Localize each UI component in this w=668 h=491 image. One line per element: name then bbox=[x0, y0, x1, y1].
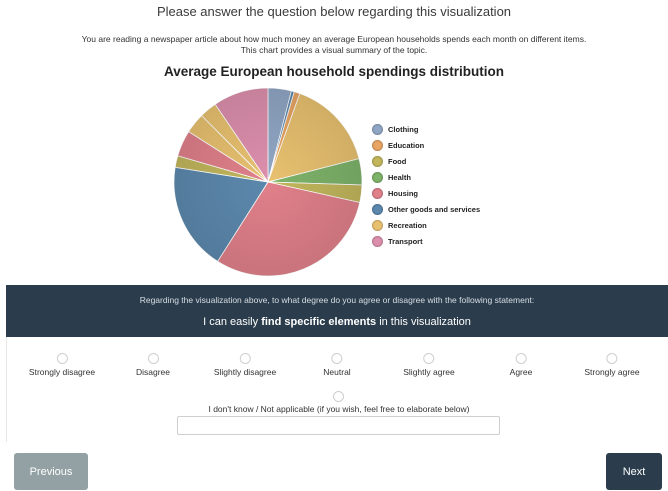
legend-item-transport: Transport bbox=[372, 233, 480, 249]
intro-text: You are reading a newspaper article abou… bbox=[40, 34, 628, 56]
legend-label: Housing bbox=[388, 188, 418, 198]
radio-slightly-disagree[interactable] bbox=[239, 353, 251, 364]
option-label: Agree bbox=[509, 367, 533, 377]
legend-swatch bbox=[372, 235, 383, 247]
legend-swatch bbox=[372, 155, 383, 167]
legend-swatch bbox=[372, 171, 383, 183]
option-label: Disagree bbox=[135, 367, 171, 377]
legend-label: Health bbox=[388, 172, 411, 182]
radio-strongly-disagree[interactable] bbox=[56, 353, 68, 364]
legend-label: Recreation bbox=[388, 220, 427, 230]
legend-item-food: Food bbox=[372, 153, 480, 169]
legend-swatch bbox=[372, 123, 383, 135]
option-slightly-disagree[interactable]: Slightly disagree bbox=[214, 353, 276, 377]
legend-item-housing: Housing bbox=[372, 185, 480, 201]
next-button[interactable]: Next bbox=[606, 453, 662, 490]
legend-label: Food bbox=[388, 156, 407, 166]
legend-label: Clothing bbox=[388, 124, 419, 134]
dont-know-label: I don't know / Not applicable (if you wi… bbox=[208, 404, 470, 414]
legend-swatch bbox=[372, 187, 383, 199]
radio-disagree[interactable] bbox=[147, 353, 159, 364]
radio-slightly-agree[interactable] bbox=[423, 353, 435, 364]
option-agree[interactable]: Agree bbox=[509, 353, 533, 377]
option-label: Slightly agree bbox=[403, 367, 455, 377]
legend-item-recreation: Recreation bbox=[372, 217, 480, 233]
legend-label: Transport bbox=[388, 236, 423, 246]
legend-item-health: Health bbox=[372, 169, 480, 185]
question-statement: I can easily find specific elements in t… bbox=[6, 316, 668, 328]
legend-swatch bbox=[372, 139, 383, 151]
option-label: Neutral bbox=[323, 367, 351, 377]
chart-title: Average European household spendings dis… bbox=[163, 64, 505, 79]
previous-button[interactable]: Previous bbox=[14, 453, 88, 490]
intro-line-2: This chart provides a visual summary of … bbox=[240, 45, 428, 55]
legend-swatch bbox=[372, 219, 383, 231]
question-prompt: Regarding the visualization above, to wh… bbox=[139, 295, 535, 305]
legend-label: Education bbox=[388, 140, 425, 150]
legend-label: Other goods and services bbox=[388, 204, 481, 214]
pie-slices bbox=[173, 87, 363, 277]
option-slightly-agree[interactable]: Slightly agree bbox=[403, 353, 455, 377]
radio-strongly-agree[interactable] bbox=[606, 353, 618, 364]
option-disagree[interactable]: Disagree bbox=[136, 353, 170, 377]
option-neutral[interactable]: Neutral bbox=[323, 353, 351, 377]
legend-item-other-goods-and-services: Other goods and services bbox=[372, 201, 480, 217]
statement-suffix: in this visualization bbox=[379, 316, 471, 328]
statement-bold: find specific elements bbox=[261, 316, 377, 328]
chart-legend: Clothing Education Food Health Housing Other … bbox=[372, 121, 480, 249]
intro-line-1: You are reading a newspaper article abou… bbox=[81, 34, 587, 44]
option-label: Slightly disagree bbox=[213, 367, 277, 377]
option-label: Strongly agree bbox=[584, 367, 640, 377]
page-heading: Please answer the question below regardi… bbox=[156, 4, 512, 19]
elaborate-input[interactable] bbox=[177, 416, 500, 435]
legend-item-education: Education bbox=[372, 137, 480, 153]
option-strongly-agree[interactable]: Strongly agree bbox=[584, 353, 640, 377]
option-strongly-disagree[interactable]: Strongly disagree bbox=[29, 353, 95, 377]
option-label: Strongly disagree bbox=[28, 367, 96, 377]
pie-chart bbox=[173, 87, 363, 277]
legend-swatch bbox=[372, 203, 383, 215]
legend-item-clothing: Clothing bbox=[372, 121, 480, 137]
statement-prefix: I can easily bbox=[203, 316, 259, 328]
radio-agree[interactable] bbox=[515, 353, 527, 364]
radio-neutral[interactable] bbox=[331, 353, 343, 364]
radio-dont-know[interactable] bbox=[333, 391, 344, 402]
question-panel: Regarding the visualization above, to wh… bbox=[6, 285, 668, 337]
